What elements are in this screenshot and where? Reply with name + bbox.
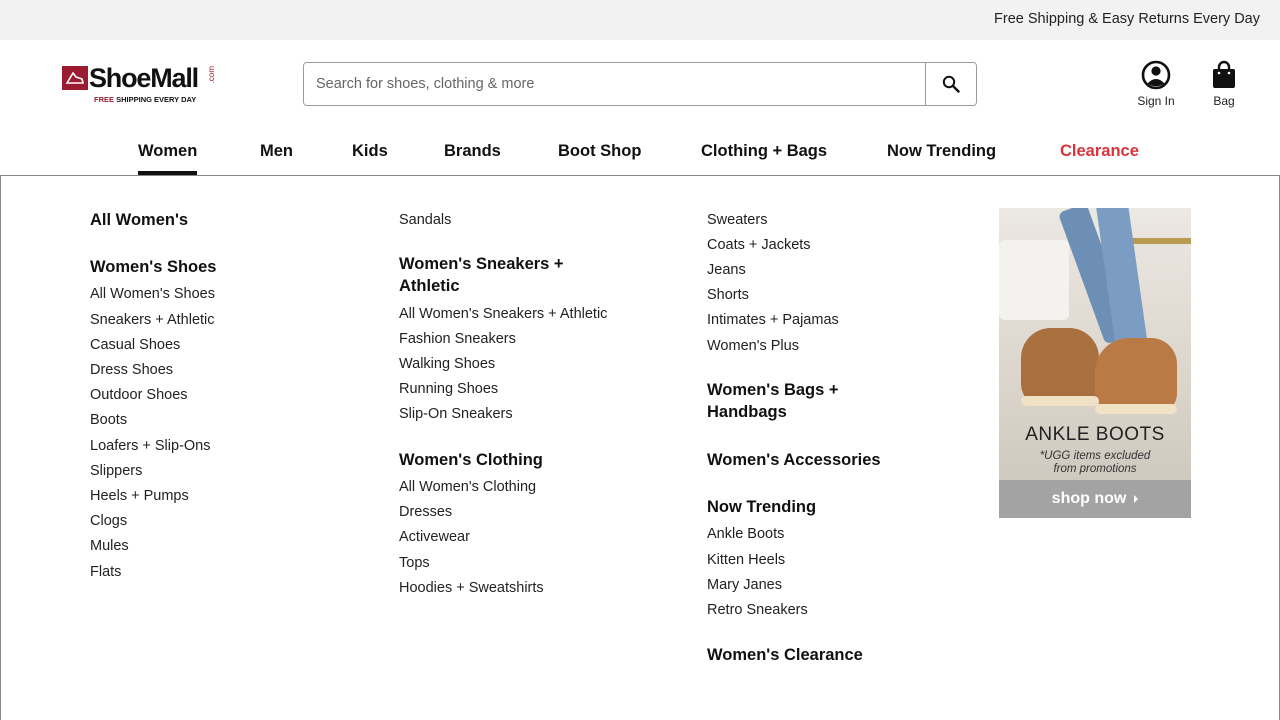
menu-heading-womens-sneakers-line2[interactable]: Athletic: [399, 275, 460, 297]
menu-link[interactable]: Sweaters: [707, 212, 767, 228]
nav-now-trending[interactable]: Now Trending: [887, 142, 996, 161]
nav-boot-shop[interactable]: Boot Shop: [558, 142, 641, 161]
photo-boot: [1021, 328, 1099, 406]
logo-tagline-rest: SHIPPING EVERY DAY: [116, 95, 197, 104]
photo-boot: [1095, 338, 1177, 412]
menu-heading-all-womens[interactable]: All Women's: [90, 209, 188, 231]
sign-in-label: Sign In: [1137, 94, 1175, 108]
logo-tagline: FREE SHIPPING EVERY DAY: [94, 95, 196, 104]
nav-kids[interactable]: Kids: [352, 142, 388, 161]
menu-link[interactable]: Intimates + Pajamas: [707, 312, 839, 328]
nav-clearance[interactable]: Clearance: [1060, 142, 1139, 161]
menu-link[interactable]: All Women's Sneakers + Athletic: [399, 306, 607, 322]
menu-link[interactable]: Hoodies + Sweatshirts: [399, 580, 544, 596]
nav-women[interactable]: Women: [138, 142, 198, 175]
menu-link[interactable]: Walking Shoes: [399, 356, 495, 372]
menu-link[interactable]: Activewear: [399, 529, 470, 545]
promo-title: ANKLE BOOTS: [1025, 424, 1165, 445]
menu-link[interactable]: Coats + Jackets: [707, 237, 811, 253]
shoemall-logo[interactable]: ShoeMall .com FREE SHIPPING EVERY DAY: [62, 63, 222, 108]
menu-heading-womens-accessories[interactable]: Women's Accessories: [707, 449, 881, 471]
ankle-boots-promo[interactable]: ANKLE BOOTS *UGG items excluded from pro…: [999, 208, 1191, 518]
menu-link[interactable]: Sandals: [399, 212, 451, 228]
menu-link[interactable]: Women's Plus: [707, 338, 799, 354]
promo-note-line1: *UGG items excluded: [1039, 450, 1151, 462]
user-circle-icon: [1141, 60, 1171, 90]
menu-link[interactable]: Mules: [90, 538, 129, 554]
main-nav: Women Men Kids Brands Boot Shop Clothing…: [0, 130, 1280, 176]
menu-link[interactable]: Casual Shoes: [90, 337, 180, 353]
logo-suffix: .com: [207, 66, 216, 84]
menu-link[interactable]: Tops: [399, 555, 430, 571]
menu-link[interactable]: Ankle Boots: [707, 526, 784, 542]
shop-now-label: shop now: [1051, 490, 1127, 507]
logo-mark: [62, 66, 88, 90]
menu-link[interactable]: Mary Janes: [707, 577, 782, 593]
bag-label: Bag: [1213, 94, 1235, 108]
photo-boot-sole: [1095, 404, 1177, 414]
search-input[interactable]: [304, 63, 926, 105]
menu-link[interactable]: All Women's Clothing: [399, 479, 536, 495]
menu-link[interactable]: All Women's Shoes: [90, 286, 215, 302]
logo-shoe-icon: [65, 71, 85, 84]
menu-link[interactable]: Kitten Heels: [707, 552, 785, 568]
shopping-bag-icon: [1213, 60, 1235, 88]
search-icon: [942, 75, 960, 93]
menu-heading-now-trending[interactable]: Now Trending: [707, 496, 816, 518]
logo-tagline-free: FREE: [94, 95, 115, 104]
women-mega-menu: All Women's Women's Shoes All Women's Sh…: [0, 175, 1280, 720]
menu-heading-womens-bags[interactable]: Women's Bags +: [707, 379, 839, 401]
menu-link[interactable]: Fashion Sneakers: [399, 331, 516, 347]
menu-heading-womens-sneakers[interactable]: Women's Sneakers +: [399, 253, 564, 275]
logo-wordmark: ShoeMall: [89, 63, 199, 93]
menu-link[interactable]: Dress Shoes: [90, 362, 173, 378]
bag-button[interactable]: Bag: [1189, 60, 1259, 112]
play-arrow-icon: [1134, 494, 1139, 503]
nav-brands[interactable]: Brands: [444, 142, 501, 161]
nav-men[interactable]: Men: [260, 142, 293, 161]
menu-heading-womens-bags-line2[interactable]: Handbags: [707, 401, 787, 423]
menu-link[interactable]: Outdoor Shoes: [90, 387, 188, 403]
menu-link[interactable]: Slippers: [90, 463, 142, 479]
menu-link[interactable]: Flats: [90, 564, 121, 580]
promo-note-line2: from promotions: [1053, 463, 1137, 475]
menu-heading-womens-clearance[interactable]: Women's Clearance: [707, 644, 863, 666]
menu-heading-womens-shoes[interactable]: Women's Shoes: [90, 256, 216, 278]
sign-in-button[interactable]: Sign In: [1121, 60, 1191, 112]
menu-link[interactable]: Clogs: [90, 513, 127, 529]
menu-link[interactable]: Retro Sneakers: [707, 602, 808, 618]
menu-link[interactable]: Slip-On Sneakers: [399, 406, 513, 422]
menu-link[interactable]: Sneakers + Athletic: [90, 312, 215, 328]
menu-link[interactable]: Shorts: [707, 287, 749, 303]
photo-couch: [999, 240, 1069, 320]
menu-link[interactable]: Dresses: [399, 504, 452, 520]
menu-link[interactable]: Jeans: [707, 262, 746, 278]
search-button[interactable]: [925, 63, 976, 105]
menu-link[interactable]: Running Shoes: [399, 381, 498, 397]
nav-clothing-bags[interactable]: Clothing + Bags: [701, 142, 827, 161]
promo-bar: Free Shipping & Easy Returns Every Day: [0, 0, 1280, 40]
menu-link[interactable]: Loafers + Slip-Ons: [90, 438, 211, 454]
search-bar: [303, 62, 977, 106]
menu-heading-womens-clothing[interactable]: Women's Clothing: [399, 449, 543, 471]
promo-note: *UGG items excluded from promotions: [999, 450, 1191, 476]
menu-link[interactable]: Heels + Pumps: [90, 488, 189, 504]
promo-text: Free Shipping & Easy Returns Every Day: [994, 11, 1260, 27]
menu-link[interactable]: Boots: [90, 412, 127, 428]
photo-boot-sole: [1021, 396, 1099, 406]
shop-now-button[interactable]: shop now: [999, 480, 1191, 518]
